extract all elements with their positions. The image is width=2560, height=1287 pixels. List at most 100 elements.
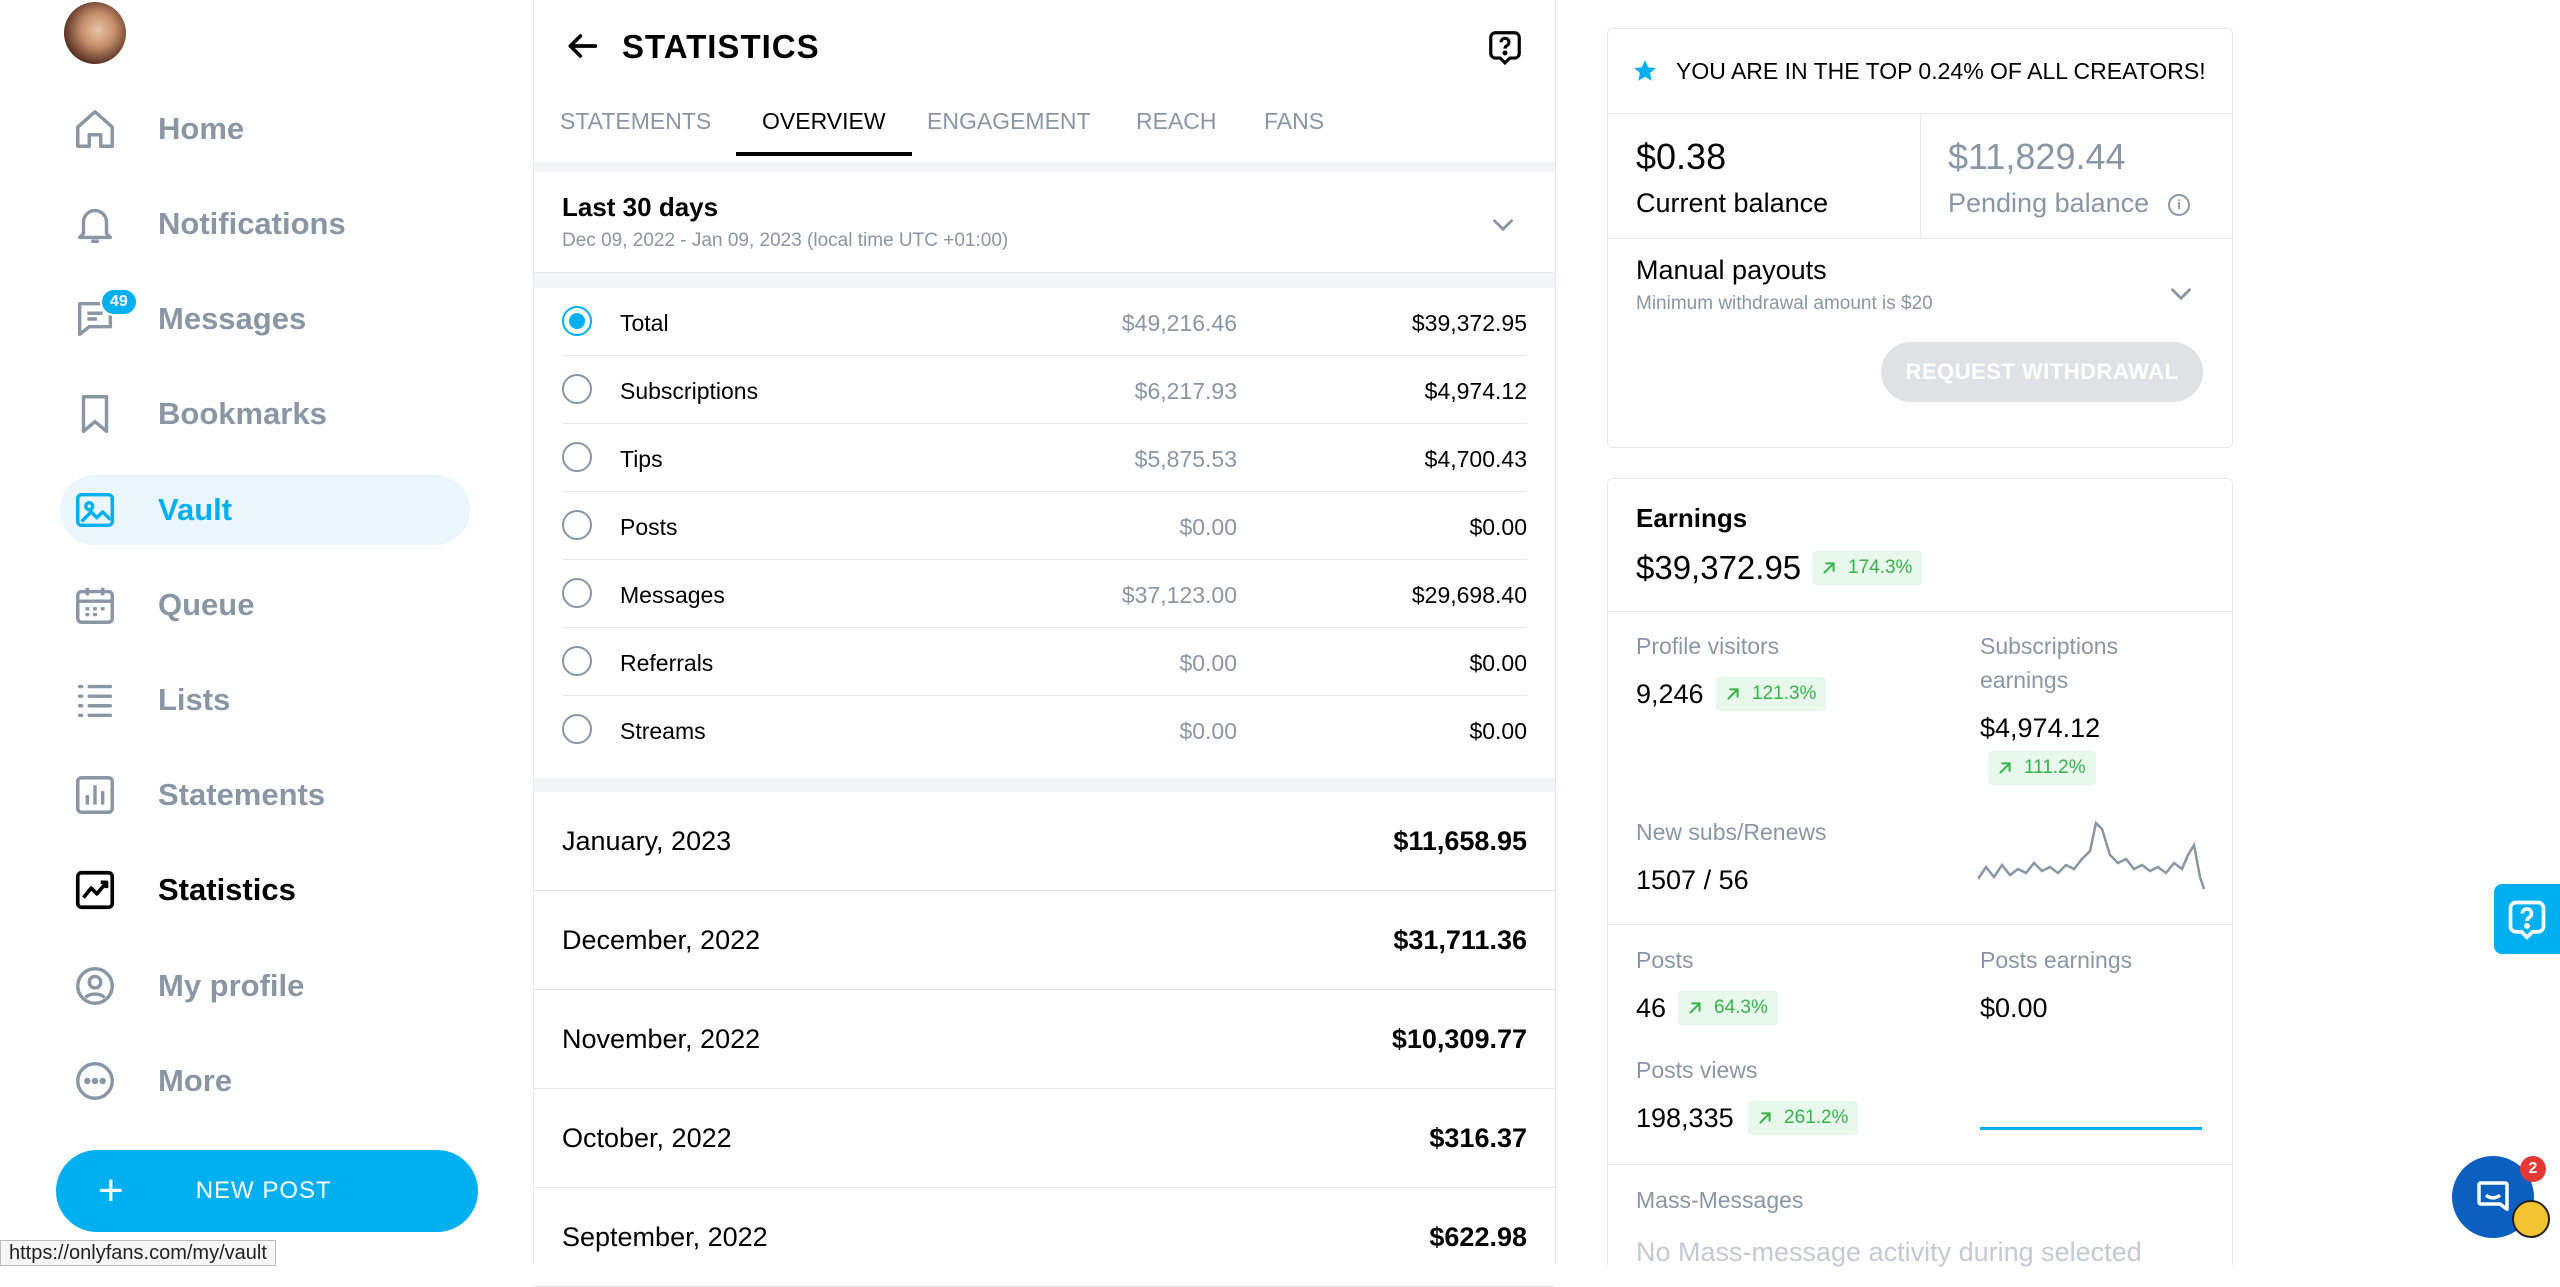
arrow-up-right-icon (1999, 762, 2011, 774)
divider (534, 162, 1555, 172)
tab-statements[interactable]: STATEMENTS (560, 108, 711, 153)
statistics-tabs: STATEMENTS OVERVIEW ENGAGEMENT REACH FAN… (534, 94, 1555, 163)
calendar-icon (70, 580, 120, 630)
new-subs-sparkline (1978, 820, 2206, 890)
mass-messages-label: Mass-Messages (1636, 1187, 1804, 1213)
earnings-type: Tips (620, 446, 663, 472)
radio[interactable] (562, 442, 592, 472)
radio[interactable] (562, 646, 592, 676)
bookmark-icon (70, 389, 120, 439)
new-post-label: NEW POST (195, 1177, 332, 1204)
month-row[interactable]: December, 2022 $31,711.36 (534, 891, 1555, 990)
earnings-row-tips[interactable]: Tips $5,875.53 $4,700.43 (562, 424, 1527, 492)
sidebar-item-messages[interactable]: 49 Messages (60, 284, 306, 354)
net-amount: $29,698.40 (1411, 582, 1527, 608)
top-creator-banner: YOU ARE IN THE TOP 0.24% OF ALL CREATORS… (1608, 29, 2232, 114)
sidebar-item-queue[interactable]: Queue (60, 570, 254, 640)
pending-balance-label: Pending balance (1948, 188, 2150, 218)
earnings-row-total[interactable]: Total $49,216.46 $39,372.95 (562, 288, 1527, 356)
posts-views-label: Posts views (1636, 1057, 1758, 1083)
earnings-row-referrals[interactable]: Referrals $0.00 $0.00 (562, 628, 1527, 696)
mass-messages-empty-text: No Mass-message activity during selected (1636, 1237, 2142, 1267)
sidebar-item-more[interactable]: More (60, 1046, 232, 1116)
gross-amount: $0.00 (1179, 650, 1237, 676)
posts-earnings-label: Posts earnings (1980, 947, 2133, 973)
net-amount: $0.00 (1469, 718, 1527, 744)
radio[interactable] (562, 374, 592, 404)
earnings-row-posts[interactable]: Posts $0.00 $0.00 (562, 492, 1527, 560)
month-name: December, 2022 (562, 925, 761, 955)
earnings-card: Earnings $39,372.95 174.3% Profile visit… (1607, 478, 2233, 1267)
earnings-row-subscriptions[interactable]: Subscriptions $6,217.93 $4,974.12 (562, 356, 1527, 424)
gross-amount: $0.00 (1179, 718, 1237, 744)
date-range-selector[interactable]: Last 30 days Dec 09, 2022 - Jan 09, 2023… (534, 172, 1555, 273)
sidebar-item-statistics[interactable]: Statistics (60, 855, 296, 925)
profile-visitors-value: 9,246 (1636, 679, 1704, 709)
request-withdrawal-button[interactable]: REQUEST WITHDRAWAL (1881, 342, 2203, 402)
arrow-up-right-icon (1823, 562, 1835, 574)
tab-reach[interactable]: REACH (1136, 108, 1217, 153)
tab-overview[interactable]: OVERVIEW (736, 108, 912, 156)
sidebar-item-my-profile[interactable]: My profile (60, 951, 304, 1021)
radio-selected[interactable] (562, 306, 592, 336)
sidebar-item-bookmarks[interactable]: Bookmarks (60, 379, 327, 449)
sidebar-item-statements[interactable]: Statements (60, 760, 325, 830)
radio[interactable] (562, 510, 592, 540)
info-icon[interactable]: i (2168, 194, 2190, 216)
new-subs-label: New subs/Renews (1636, 819, 1827, 845)
chevron-down-icon (2171, 288, 2191, 301)
avatar[interactable] (64, 2, 126, 64)
chat-unread-badge: 2 (2520, 1156, 2546, 1182)
chat-icon (2477, 1181, 2509, 1211)
new-post-button[interactable]: + NEW POST (56, 1150, 478, 1232)
pending-balance-amount: $11,829.44 (1948, 136, 2126, 177)
posts-views-change-badge: 261.2% (1748, 1101, 1859, 1135)
home-icon (70, 104, 120, 154)
arrow-up-right-icon (1689, 1002, 1701, 1014)
profile-visitors-change-badge: 121.3% (1716, 677, 1827, 711)
net-amount: $39,372.95 (1411, 310, 1527, 336)
month-value: $11,658.95 (1393, 826, 1527, 856)
tab-engagement[interactable]: ENGAGEMENT (927, 108, 1091, 153)
month-row[interactable]: October, 2022 $316.37 (534, 1089, 1555, 1188)
month-row[interactable]: January, 2023 $11,658.95 (534, 792, 1555, 891)
month-name: November, 2022 (562, 1024, 761, 1054)
gross-amount: $5,875.53 (1134, 446, 1237, 472)
earnings-row-messages[interactable]: Messages $37,123.00 $29,698.40 (562, 560, 1527, 628)
arrow-up-right-icon (1759, 1112, 1771, 1124)
divider (1608, 1164, 2232, 1165)
payouts-subtitle: Minimum withdrawal amount is $20 (1636, 293, 1933, 314)
earnings-title: Earnings (1636, 503, 1748, 533)
gross-amount: $0.00 (1179, 514, 1237, 540)
help-widget-button[interactable] (2494, 884, 2560, 954)
page-title: STATISTICS (622, 28, 820, 65)
sidebar-item-notifications[interactable]: Notifications (60, 189, 346, 259)
status-url: https://onlyfans.com/my/vault (0, 1240, 276, 1266)
month-row[interactable]: September, 2022 $622.98 (534, 1188, 1555, 1287)
gross-amount: $37,123.00 (1121, 582, 1237, 608)
earnings-type: Streams (620, 718, 706, 744)
earnings-row-streams[interactable]: Streams $0.00 $0.00 (562, 696, 1527, 763)
manual-payouts-dropdown[interactable]: Manual payouts Minimum withdrawal amount… (1608, 239, 2232, 359)
tab-fans[interactable]: FANS (1264, 108, 1324, 153)
sidebar: Home Notifications 49 Messages Bookmarks… (0, 0, 533, 1266)
emoji-icon (2512, 1200, 2550, 1238)
help-icon (2508, 900, 2546, 940)
month-row[interactable]: November, 2022 $10,309.77 (534, 990, 1555, 1089)
sidebar-item-home[interactable]: Home (60, 94, 244, 164)
range-subtitle: Dec 09, 2022 - Jan 09, 2023 (local time … (562, 230, 1009, 251)
radio[interactable] (562, 714, 592, 744)
sidebar-item-label: Messages (158, 301, 307, 336)
back-arrow-icon[interactable] (562, 26, 602, 66)
banner-text: YOU ARE IN THE TOP 0.24% OF ALL CREATORS… (1676, 57, 2206, 84)
earnings-change: 174.3% (1848, 557, 1913, 578)
sidebar-item-label: Bookmarks (158, 396, 327, 431)
divider (534, 778, 1555, 792)
sidebar-item-lists[interactable]: Lists (60, 665, 230, 735)
posts-views-change: 261.2% (1784, 1107, 1849, 1128)
new-subs-value: 1507 / 56 (1636, 865, 1749, 895)
help-icon[interactable] (1486, 28, 1524, 66)
payouts-title: Manual payouts (1636, 255, 1827, 285)
radio[interactable] (562, 578, 592, 608)
sidebar-item-vault[interactable]: Vault (60, 475, 470, 545)
